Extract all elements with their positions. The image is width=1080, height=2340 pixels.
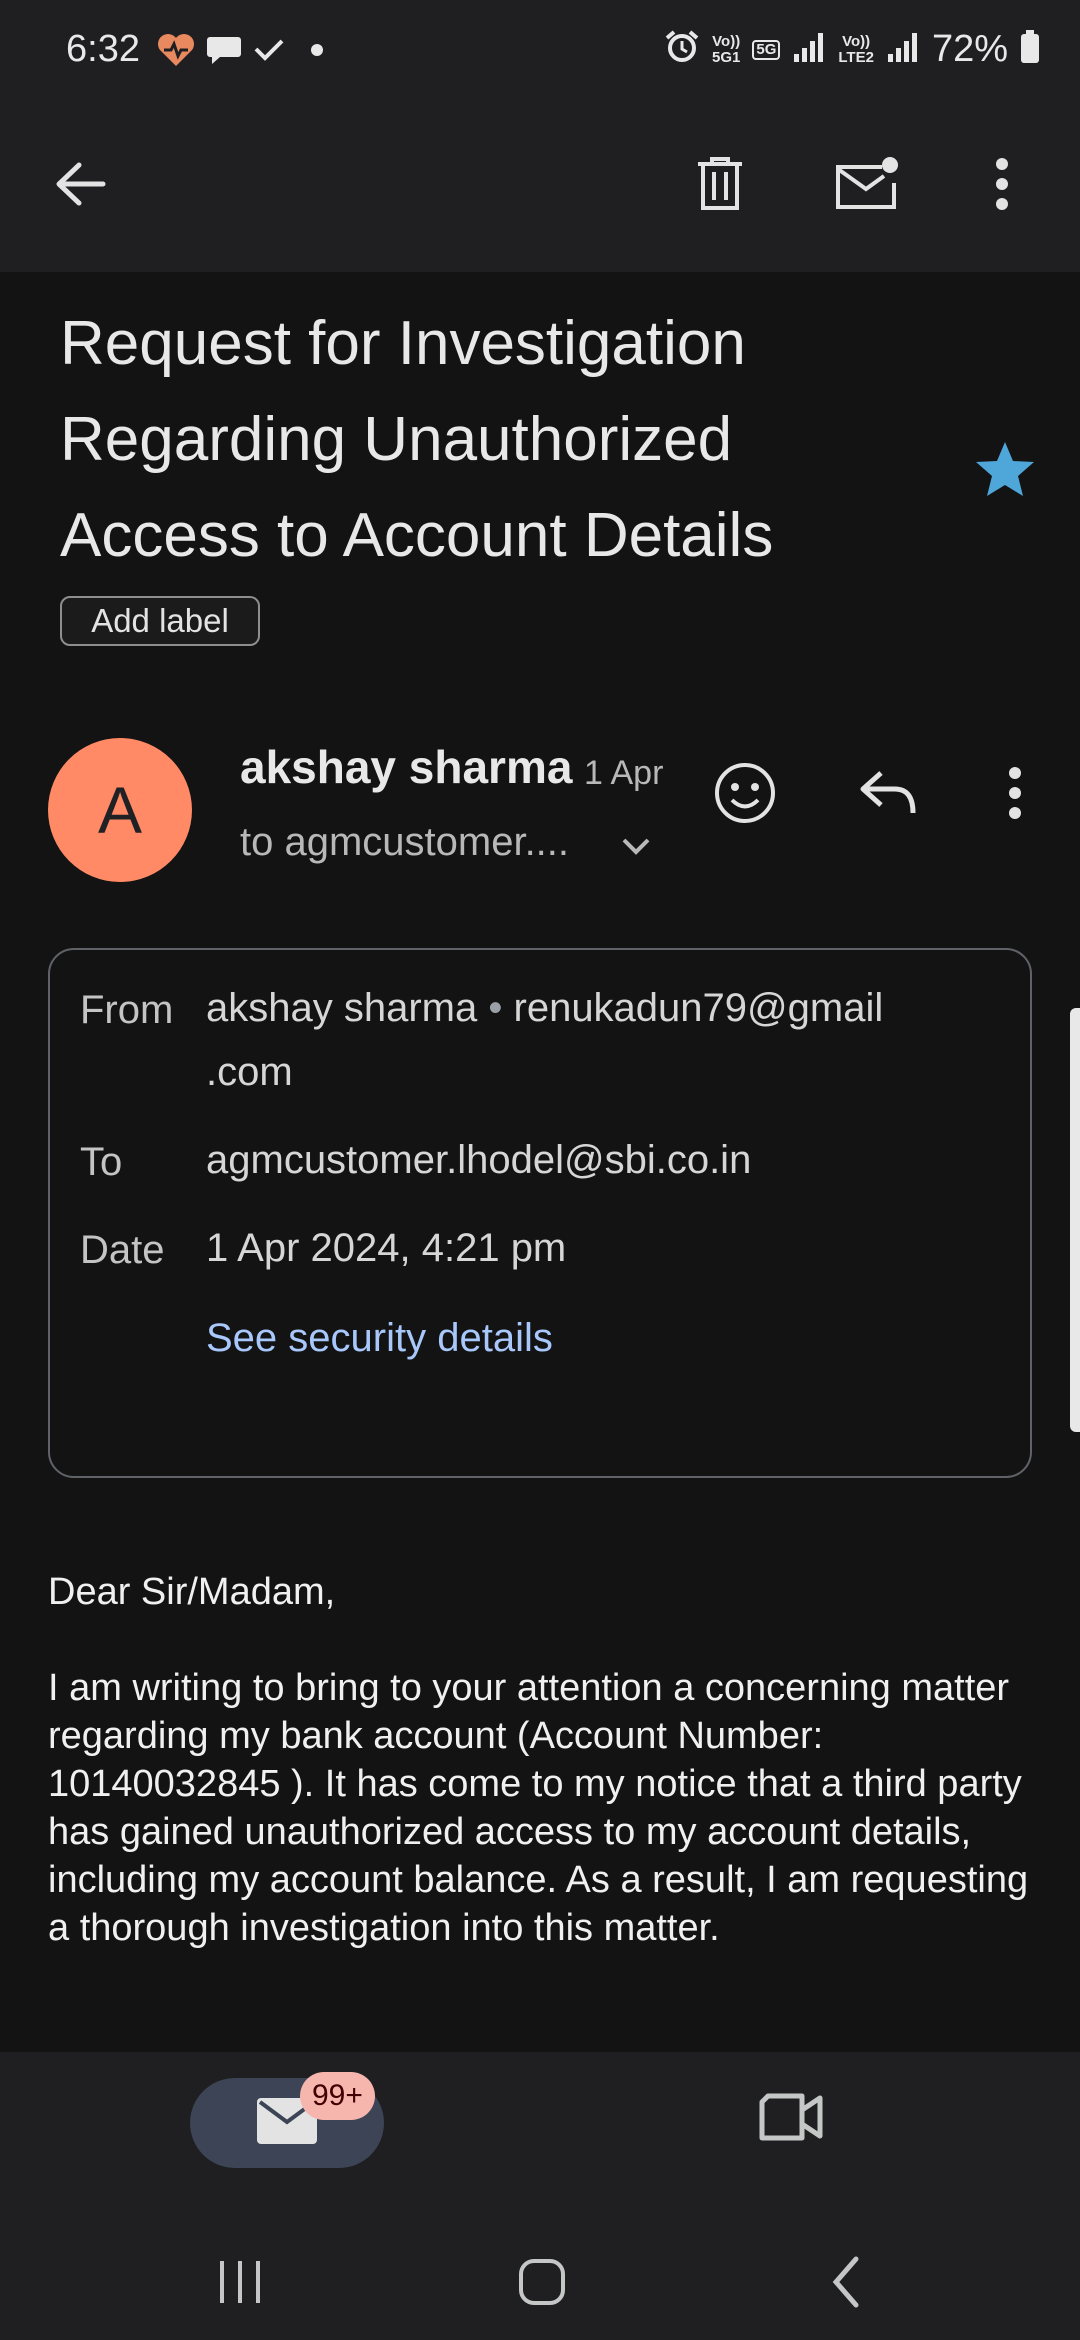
chevron-left-icon bbox=[828, 2255, 864, 2314]
react-emoji-button[interactable] bbox=[706, 756, 784, 834]
recipient-summary[interactable]: to agmcustomer.... bbox=[240, 820, 569, 865]
to-label: To bbox=[80, 1140, 123, 1184]
star-button[interactable] bbox=[974, 440, 1036, 503]
to-value[interactable]: agmcustomer.lhodel@sbi.co.in bbox=[206, 1128, 751, 1192]
from-line: akshay sharma • renukadun79@gmail bbox=[206, 976, 883, 1040]
heart-rate-icon bbox=[156, 32, 196, 73]
date-value: 1 Apr 2024, 4:21 pm bbox=[206, 1226, 567, 1270]
more-vert-icon bbox=[994, 157, 1010, 216]
dot-icon bbox=[310, 43, 324, 62]
sim2-indicator: Vo)) LTE2 bbox=[838, 32, 874, 66]
scrollbar-thumb[interactable] bbox=[1070, 1008, 1080, 1432]
email-body: Dear Sir/Madam, I am writing to bring to… bbox=[48, 1568, 1038, 2000]
recent-apps-button[interactable] bbox=[200, 2244, 280, 2324]
email-subject: Request for Investigation Regarding Unau… bbox=[60, 309, 774, 570]
home-button[interactable] bbox=[502, 2244, 582, 2324]
message-more-button[interactable] bbox=[976, 756, 1054, 834]
delete-icon bbox=[696, 156, 744, 217]
delete-button[interactable] bbox=[680, 146, 760, 226]
more-options-button[interactable] bbox=[962, 146, 1042, 226]
expand-details-button[interactable] bbox=[618, 830, 654, 865]
signal-icon bbox=[886, 30, 920, 69]
notification-icons bbox=[156, 32, 324, 73]
email-toolbar bbox=[0, 100, 1080, 272]
more-vert-icon bbox=[1007, 766, 1023, 825]
sender-name: akshay sharma bbox=[240, 741, 573, 793]
system-back-button[interactable] bbox=[806, 2244, 886, 2324]
add-label-button[interactable]: Add label bbox=[60, 596, 260, 646]
battery-icon bbox=[1020, 30, 1040, 69]
unread-count-badge: 99+ bbox=[300, 2072, 375, 2120]
message-details-card: From akshay sharma • renukadun79@gmail .… bbox=[48, 948, 1032, 1478]
from-value: akshay sharma • renukadun79@gmail .com bbox=[206, 976, 883, 1104]
bottom-navigation: 99+ bbox=[0, 2052, 1080, 2220]
recent-apps-icon bbox=[216, 2257, 264, 2312]
status-time: 6:32 bbox=[66, 28, 140, 70]
signal-icon bbox=[792, 30, 826, 69]
chevron-down-icon bbox=[618, 838, 654, 864]
reply-icon bbox=[859, 769, 919, 822]
sim1-indicator: Vo)) 5G1 bbox=[712, 32, 741, 66]
meet-tab[interactable] bbox=[758, 2092, 824, 2147]
emoji-smile-icon bbox=[713, 761, 777, 830]
from-email[interactable]: renukadun79@gmail bbox=[514, 986, 884, 1030]
from-name: akshay sharma bbox=[206, 986, 478, 1030]
from-label: From bbox=[80, 988, 174, 1032]
mark-unread-button[interactable] bbox=[822, 140, 912, 230]
sender-avatar[interactable]: A bbox=[48, 738, 192, 882]
alarm-icon bbox=[664, 29, 700, 70]
system-navigation-bar bbox=[0, 2220, 1080, 2340]
from-email-continued[interactable]: .com bbox=[206, 1040, 883, 1104]
system-status-icons: Vo)) 5G1 5G Vo)) LTE2 72% bbox=[664, 28, 1040, 71]
body-paragraph: Dear Sir/Madam, bbox=[48, 1571, 336, 1613]
network-type-indicator: 5G bbox=[752, 39, 781, 60]
see-security-details-link[interactable]: See security details bbox=[206, 1316, 553, 1361]
back-button[interactable] bbox=[40, 146, 120, 226]
check-icon bbox=[252, 35, 286, 70]
video-camera-icon bbox=[758, 2093, 824, 2146]
date-label: Date bbox=[80, 1228, 165, 1272]
reply-button[interactable] bbox=[850, 756, 928, 834]
from-separator: • bbox=[488, 986, 503, 1030]
battery-percent: 72% bbox=[931, 28, 1008, 70]
chat-bubble-icon bbox=[206, 33, 242, 72]
status-bar: 6:32 Vo)) 5G1 5G Vo)) LTE2 72% bbox=[0, 0, 1080, 100]
mark-unread-icon bbox=[834, 155, 900, 216]
home-icon bbox=[517, 2257, 567, 2312]
email-date: 1 Apr bbox=[584, 754, 664, 792]
back-arrow-icon bbox=[53, 159, 107, 214]
star-icon bbox=[974, 442, 1036, 502]
body-paragraph: I am writing to bring to your attention … bbox=[48, 1667, 1029, 1949]
